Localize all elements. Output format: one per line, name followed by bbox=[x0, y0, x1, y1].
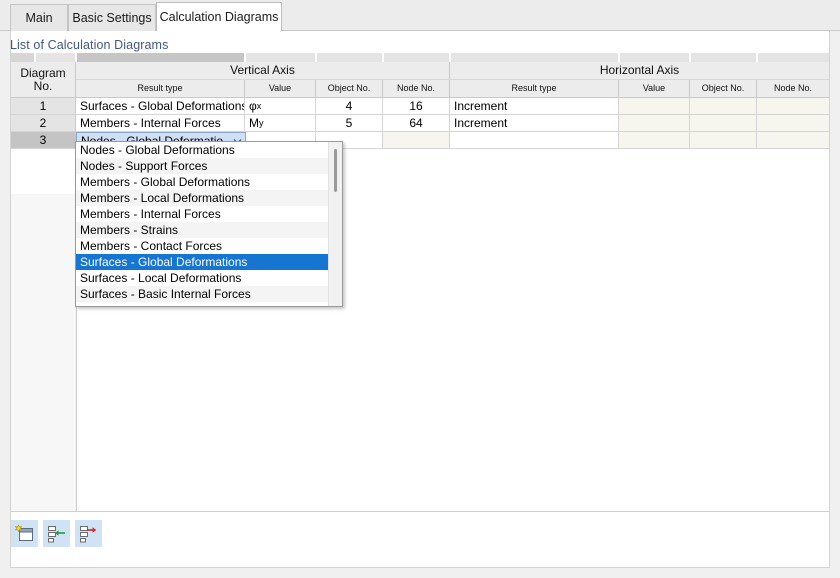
header-h-result-type[interactable]: Result type bbox=[450, 80, 619, 98]
dropdown-item[interactable]: Members - Strains bbox=[76, 222, 342, 238]
column-selector-v-object-no[interactable] bbox=[317, 53, 383, 62]
header-group-vertical-axis-label: Vertical Axis bbox=[230, 63, 295, 78]
cell-h-object-no[interactable] bbox=[690, 115, 757, 132]
header-v-object-no-label: Object No. bbox=[327, 82, 371, 93]
cell-h-node-no[interactable] bbox=[757, 98, 829, 115]
cell-h-object-no[interactable] bbox=[690, 98, 757, 115]
column-selector-diagram-no[interactable] bbox=[36, 53, 76, 62]
result-type-dropdown-list[interactable]: Nodes - Global Deformations Nodes - Supp… bbox=[75, 141, 343, 307]
cell-v-result-type[interactable]: Members - Internal Forces bbox=[76, 115, 245, 132]
header-h-node-no-label: Node No. bbox=[773, 82, 813, 93]
delete-row-icon bbox=[79, 524, 98, 543]
cell-v-value-sub: x bbox=[256, 101, 262, 111]
cell-v-object-no[interactable]: 5 bbox=[316, 115, 383, 132]
header-v-result-type[interactable]: Result type bbox=[76, 80, 245, 98]
dropdown-item[interactable]: Members - Local Deformations bbox=[76, 190, 342, 206]
header-v-node-no-label: Node No. bbox=[396, 82, 436, 93]
column-selector-corner[interactable] bbox=[11, 53, 35, 62]
table-toolbar bbox=[11, 520, 131, 547]
header-h-object-no[interactable]: Object No. bbox=[690, 80, 757, 98]
header-group-horizontal-axis: Horizontal Axis bbox=[450, 62, 829, 80]
cell-v-value-sub: y bbox=[259, 118, 264, 128]
cell-v-result-type[interactable]: Surfaces - Global Deformations bbox=[76, 98, 245, 115]
header-diagram-no-line2: No. bbox=[33, 78, 53, 93]
header-v-result-type-label: Result type bbox=[137, 82, 183, 93]
dropdown-item-selected[interactable]: Surfaces - Global Deformations bbox=[76, 254, 342, 270]
header-v-object-no[interactable]: Object No. bbox=[316, 80, 383, 98]
header-v-node-no[interactable]: Node No. bbox=[383, 80, 450, 98]
dropdown-item[interactable]: Members - Global Deformations bbox=[76, 174, 342, 190]
tab-main[interactable]: Main bbox=[10, 4, 68, 31]
header-h-value-label: Value bbox=[642, 82, 666, 93]
dropdown-item[interactable]: Surfaces - Local Deformations bbox=[76, 270, 342, 286]
header-h-result-type-label: Result type bbox=[511, 82, 557, 93]
cell-h-result-type[interactable]: Increment bbox=[450, 115, 619, 132]
tab-main-label: Main bbox=[25, 11, 53, 25]
new-window-icon bbox=[15, 524, 34, 543]
header-v-value-label: Value bbox=[268, 82, 292, 93]
dropdown-scrollbar-thumb[interactable] bbox=[334, 149, 337, 192]
header-h-object-no-label: Object No. bbox=[701, 82, 745, 93]
cell-diagram-no[interactable]: 1 bbox=[11, 98, 76, 115]
cell-h-value[interactable] bbox=[619, 132, 690, 149]
new-row-button[interactable] bbox=[11, 520, 38, 547]
cell-h-node-no[interactable] bbox=[757, 115, 829, 132]
column-selector-h-value[interactable] bbox=[620, 53, 690, 62]
table-row[interactable]: 2 Members - Internal Forces My 5 64 Incr… bbox=[11, 115, 829, 132]
cell-v-node-no[interactable]: 64 bbox=[383, 115, 450, 132]
cell-h-node-no[interactable] bbox=[757, 132, 829, 149]
section-title: List of Calculation Diagrams bbox=[10, 38, 169, 52]
table-row[interactable]: 1 Surfaces - Global Deformations φx 4 16… bbox=[11, 98, 829, 115]
cell-v-value-base: M bbox=[249, 116, 259, 130]
dropdown-item[interactable]: Nodes - Support Forces bbox=[76, 158, 342, 174]
header-h-value[interactable]: Value bbox=[619, 80, 690, 98]
cell-v-value[interactable]: φx bbox=[245, 98, 316, 115]
column-selector-h-result-type[interactable] bbox=[451, 53, 619, 62]
delete-row-button[interactable] bbox=[75, 520, 102, 547]
table-filler-index-column bbox=[11, 194, 77, 511]
cell-diagram-no[interactable]: 2 bbox=[11, 115, 76, 132]
cell-diagram-no[interactable]: 3 bbox=[11, 132, 76, 149]
dropdown-item[interactable]: Members - Internal Forces bbox=[76, 206, 342, 222]
column-selector-v-node-no[interactable] bbox=[384, 53, 450, 62]
header-v-value[interactable]: Value bbox=[245, 80, 316, 98]
insert-row-icon bbox=[47, 524, 66, 543]
header-h-node-no[interactable]: Node No. bbox=[757, 80, 829, 98]
cell-v-node-no[interactable]: 16 bbox=[383, 98, 450, 115]
tab-calculation-diagrams-label: Calculation Diagrams bbox=[159, 10, 279, 24]
dropdown-item[interactable]: Surfaces - Basic Internal Forces bbox=[76, 286, 342, 302]
tab-calculation-diagrams[interactable]: Calculation Diagrams bbox=[156, 2, 282, 31]
cell-v-object-no[interactable]: 4 bbox=[316, 98, 383, 115]
cell-h-result-type[interactable]: Increment bbox=[450, 98, 619, 115]
cell-h-result-type[interactable] bbox=[450, 132, 619, 149]
cell-h-object-no[interactable] bbox=[690, 132, 757, 149]
header-diagram-no-line1: Diagram bbox=[20, 65, 66, 80]
cell-v-value[interactable]: My bbox=[245, 115, 316, 132]
cell-v-value-base: φ bbox=[249, 99, 257, 113]
cell-h-value[interactable] bbox=[619, 98, 690, 115]
tab-basic-settings-label: Basic Settings bbox=[72, 11, 152, 25]
column-selector-v-result-type[interactable] bbox=[77, 53, 245, 62]
column-selector-strip[interactable] bbox=[11, 53, 829, 62]
dropdown-item[interactable]: Nodes - Global Deformations bbox=[76, 142, 342, 158]
tab-strip: Main Basic Settings Calculation Diagrams bbox=[0, 0, 840, 31]
table-header: Diagram No. Vertical Axis Horizontal Axi… bbox=[11, 62, 829, 98]
column-selector-h-object-no[interactable] bbox=[691, 53, 757, 62]
header-group-vertical-axis: Vertical Axis bbox=[76, 62, 450, 80]
dropdown-item[interactable]: Members - Contact Forces bbox=[76, 238, 342, 254]
calculation-diagrams-dialog: Main Basic Settings Calculation Diagrams… bbox=[0, 0, 840, 578]
header-group-horizontal-axis-label: Horizontal Axis bbox=[599, 63, 680, 78]
column-selector-h-node-no[interactable] bbox=[758, 53, 829, 62]
insert-row-button[interactable] bbox=[43, 520, 70, 547]
tab-basic-settings[interactable]: Basic Settings bbox=[68, 4, 156, 31]
cell-h-value[interactable] bbox=[619, 115, 690, 132]
header-diagram-no[interactable]: Diagram No. bbox=[11, 62, 76, 98]
column-selector-v-value[interactable] bbox=[246, 53, 316, 62]
cell-v-node-no[interactable] bbox=[383, 132, 450, 149]
